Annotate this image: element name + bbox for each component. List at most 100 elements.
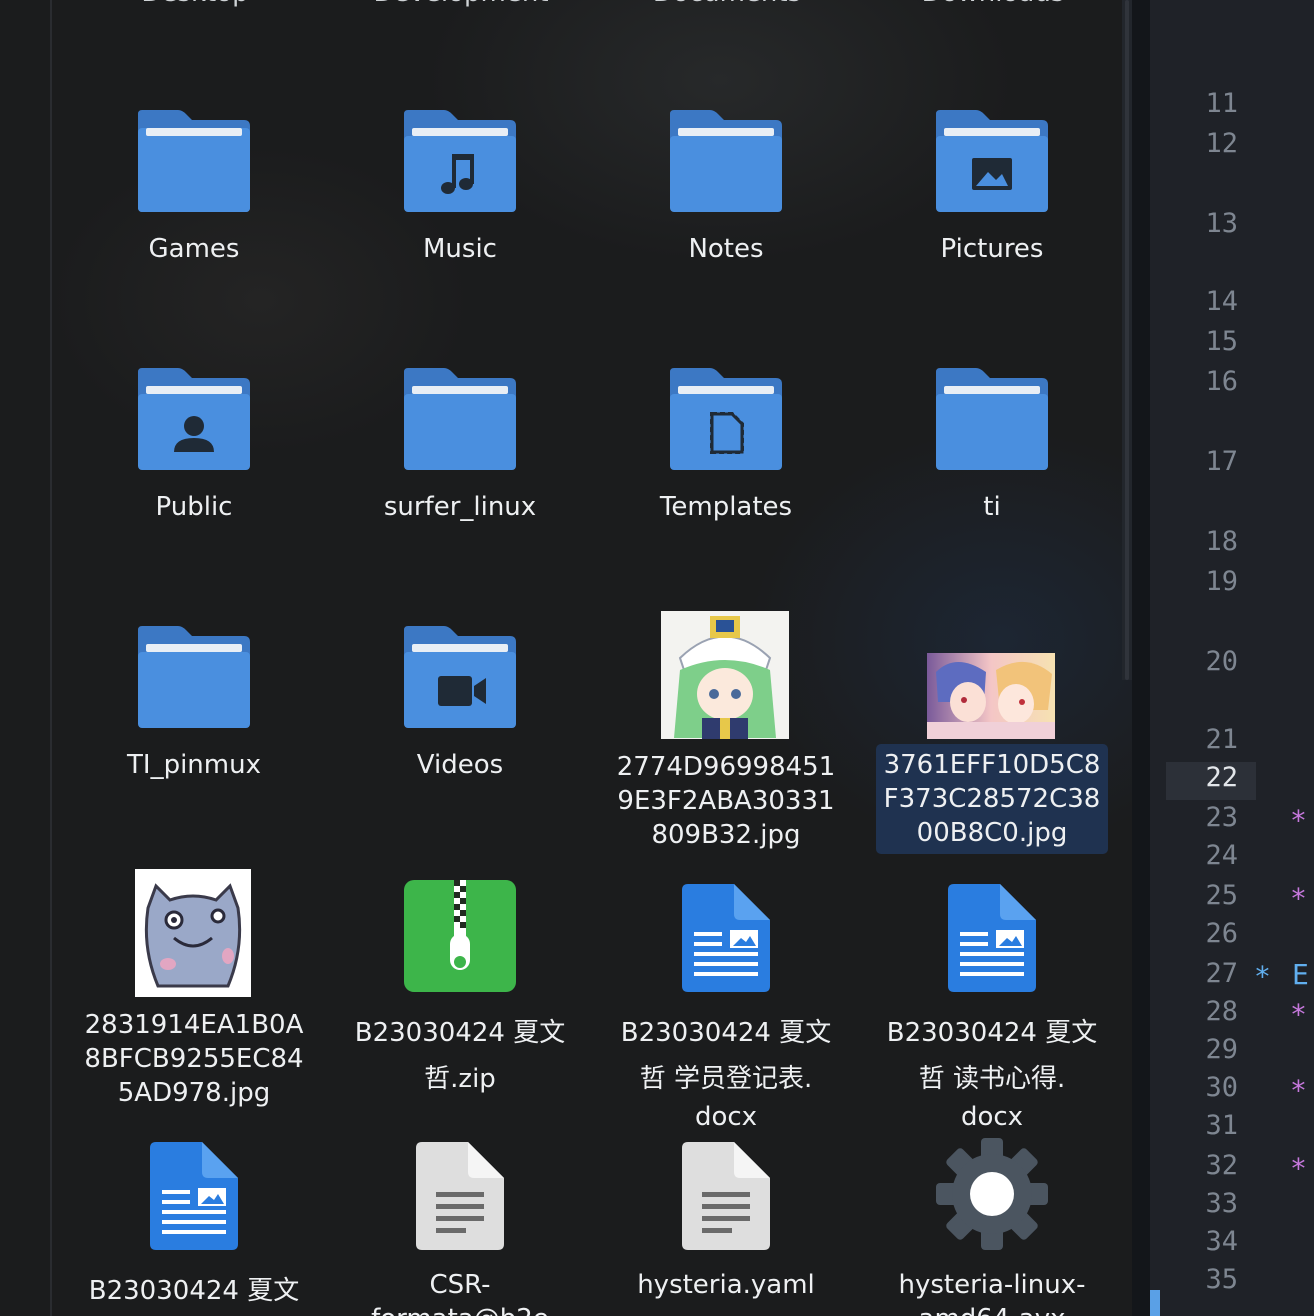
label-line: hysteria-linux-	[898, 1270, 1086, 1300]
folder-label-downloads[interactable]: Downloads	[860, 0, 1126, 8]
line-number: 15	[1205, 326, 1238, 357]
item-label: Templates	[659, 492, 793, 522]
folder-icon	[344, 100, 576, 220]
label-line: 哲 读书心得.	[918, 1064, 1066, 1094]
label-line: amd64-avx	[876, 1302, 1108, 1316]
text-file-icon	[344, 1138, 576, 1258]
line-number: 24	[1205, 840, 1238, 871]
item-label: Games	[148, 234, 240, 264]
line-number-current: 22	[1205, 762, 1238, 793]
item-label: 3761EFF10D5C8 F373C28572C38 00B8C0.jpg	[876, 744, 1108, 854]
label-line: 3761EFF10D5C8	[883, 750, 1101, 780]
line-number: 20	[1205, 646, 1238, 677]
label-line: F373C28572C38	[883, 784, 1101, 814]
label-line: 2774D96998451	[616, 752, 836, 782]
folder-public[interactable]: Public	[78, 358, 310, 538]
item-label: Videos	[416, 750, 504, 780]
item-label: B23030424 夏文 哲 读书心得. docx	[876, 1006, 1108, 1136]
word-document-icon	[78, 1138, 310, 1258]
folder-ti[interactable]: ti	[876, 358, 1108, 538]
folder-ti-pinmux[interactable]: TI_pinmux	[78, 616, 310, 796]
image-file-2831914e[interactable]: 2831914EA1B0A 8BFCB9255EC84 5AD978.jpg	[78, 868, 310, 1118]
text-file-hysteria-yaml[interactable]: hysteria.yaml	[610, 1138, 842, 1316]
folder-icon	[344, 358, 576, 478]
folder-icon	[876, 358, 1108, 478]
line-number: 18	[1205, 526, 1238, 557]
line-number: 12	[1205, 128, 1238, 159]
label-line: 哲 学员登记表.	[639, 1064, 813, 1094]
line-number: 25	[1205, 880, 1238, 911]
zip-file-b23030424[interactable]: B23030424 夏文 哲.zip	[344, 880, 576, 1110]
line-number: 33	[1205, 1188, 1238, 1219]
line-number: 34	[1205, 1226, 1238, 1257]
label-line: 2831914EA1B0A	[84, 1010, 304, 1040]
item-label: 2774D96998451 9E3F2ABA30331 809B32.jpg	[610, 746, 842, 856]
folder-icon	[78, 358, 310, 478]
image-file-3761eff1[interactable]: 3761EFF10D5C8 F373C28572C38 00B8C0.jpg	[876, 652, 1108, 862]
item-label: hysteria.yaml	[610, 1264, 842, 1306]
item-label: CSR- formata@b2e	[344, 1264, 576, 1316]
docx-file-reading-notes[interactable]: B23030424 夏文 哲 读书心得. docx	[876, 880, 1108, 1140]
word-document-icon	[876, 880, 1108, 1000]
folder-label-desktop[interactable]: Desktop	[62, 0, 328, 8]
line-number: 14	[1205, 286, 1238, 317]
folder-icon	[78, 100, 310, 220]
code-glyph: *	[1290, 1074, 1307, 1107]
executable-hysteria-linux[interactable]: hysteria-linux- amd64-avx	[876, 1138, 1108, 1316]
folder-label-documents[interactable]: Documents	[594, 0, 860, 8]
label-line: formata@b2e	[344, 1302, 576, 1316]
item-label: Music	[423, 234, 497, 264]
editor-scroll-marker[interactable]	[1150, 1290, 1160, 1316]
image-file-2774d969[interactable]: 2774D96998451 9E3F2ABA30331 809B32.jpg	[610, 610, 842, 860]
window-gap	[1132, 0, 1150, 1316]
folder-label-development[interactable]: Development	[328, 0, 594, 8]
item-label: ti	[983, 492, 1001, 522]
folder-icon	[344, 616, 576, 736]
line-number: 30	[1205, 1072, 1238, 1103]
image-icon	[972, 158, 1012, 190]
item-label: Pictures	[940, 234, 1044, 264]
folder-icon	[78, 616, 310, 736]
line-number: 26	[1205, 918, 1238, 949]
text-file-csr[interactable]: CSR- formata@b2e	[344, 1138, 576, 1316]
line-number: 23	[1205, 802, 1238, 833]
folder-notes[interactable]: Notes	[610, 100, 842, 280]
gear-icon	[876, 1138, 1108, 1258]
code-glyph: E	[1292, 958, 1309, 991]
label-line: 809B32.jpg	[651, 820, 801, 850]
line-number: 28	[1205, 996, 1238, 1027]
code-glyph: *	[1290, 1152, 1307, 1185]
vertical-scrollbar[interactable]	[1122, 0, 1132, 680]
folder-music[interactable]: Music	[344, 100, 576, 280]
folder-games[interactable]: Games	[78, 100, 310, 280]
line-number: 19	[1205, 566, 1238, 597]
docx-file-registration[interactable]: B23030424 夏文 哲 学员登记表. docx	[610, 880, 842, 1140]
label-line: docx	[960, 1102, 1024, 1132]
folder-icon	[610, 100, 842, 220]
item-label: 2831914EA1B0A 8BFCB9255EC84 5AD978.jpg	[78, 1004, 310, 1114]
folder-icon	[610, 358, 842, 478]
folder-pictures[interactable]: Pictures	[876, 100, 1108, 280]
line-number: 11	[1205, 88, 1238, 119]
label-line: B23030424 夏文	[354, 1018, 566, 1048]
code-glyph: *	[1290, 998, 1307, 1031]
line-number: 29	[1205, 1034, 1238, 1065]
label-line: hysteria.yaml	[637, 1270, 815, 1300]
code-glyph: *	[1254, 960, 1271, 993]
folder-videos[interactable]: Videos	[344, 616, 576, 796]
code-glyph: *	[1290, 804, 1307, 837]
line-number: 31	[1205, 1110, 1238, 1141]
template-icon	[710, 412, 744, 454]
docx-file-b23030424[interactable]: B23030424 夏文	[78, 1138, 310, 1316]
folder-templates[interactable]: Templates	[610, 358, 842, 538]
image-thumbnail	[78, 868, 310, 997]
folder-surfer-linux[interactable]: surfer_linux	[344, 358, 576, 538]
file-manager-grid: Desktop Development Documents Downloads …	[0, 0, 1132, 1316]
item-label: B23030424 夏文 哲.zip	[344, 1006, 576, 1106]
line-number: 13	[1205, 208, 1238, 239]
item-label: Notes	[688, 234, 764, 264]
code-glyph: *	[1290, 882, 1307, 915]
line-number: 32	[1205, 1150, 1238, 1181]
word-document-icon	[610, 880, 842, 1000]
label-line: B23030424 夏文	[620, 1018, 832, 1048]
